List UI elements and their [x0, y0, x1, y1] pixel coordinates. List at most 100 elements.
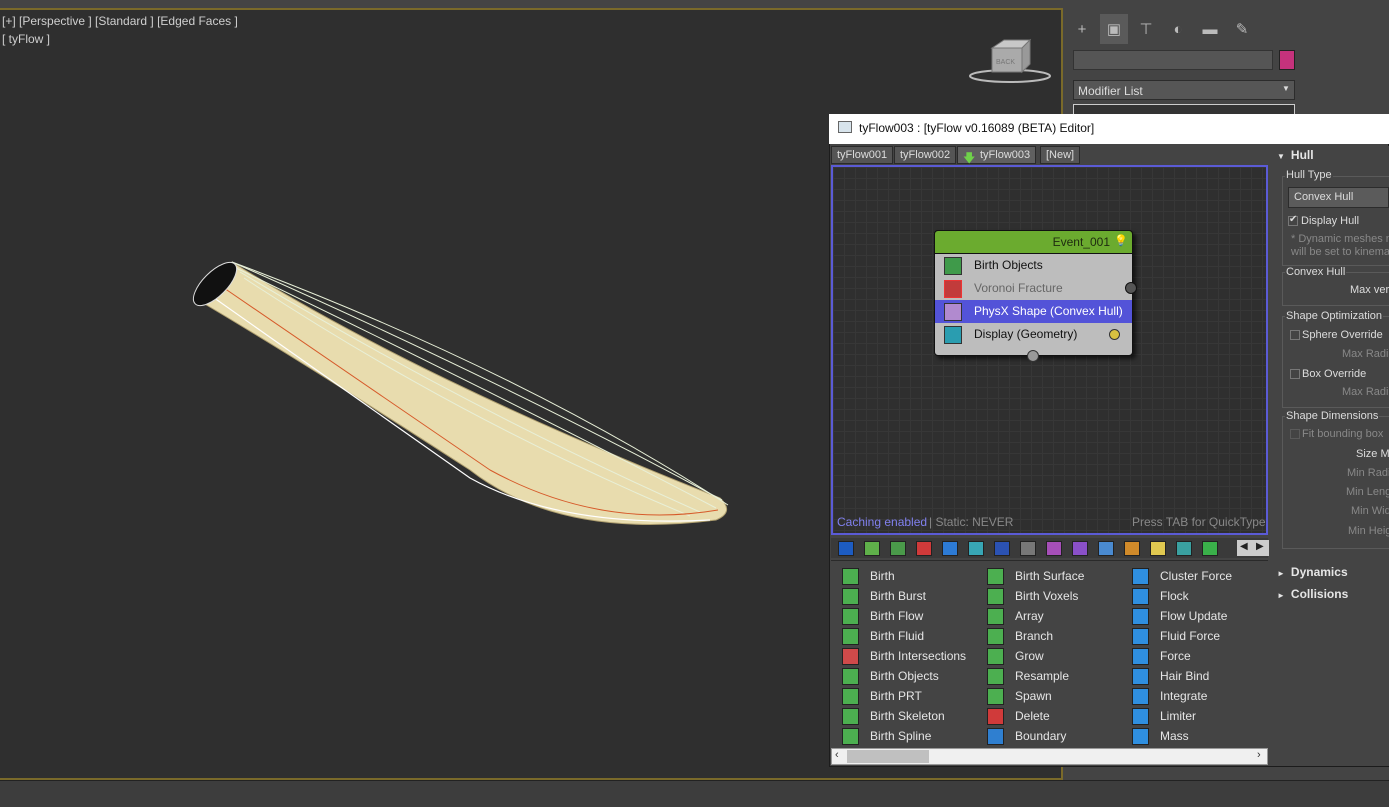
category-tab-icon[interactable]: [864, 541, 880, 556]
palette-operator[interactable]: Birth Fluid: [831, 628, 924, 649]
category-tab-icon[interactable]: [1098, 541, 1114, 556]
category-tab-icon[interactable]: [1202, 541, 1218, 556]
operator-icon: [842, 708, 859, 725]
palette-operator[interactable]: Boundary: [976, 728, 1067, 749]
hull-rollout-header[interactable]: ▼ Hull: [1277, 148, 1314, 162]
operator-physx-shape[interactable]: PhysX Shape (Convex Hull): [935, 300, 1132, 323]
scrollbar-thumb[interactable]: [847, 750, 929, 763]
category-tab-icon[interactable]: [1124, 541, 1140, 556]
palette-operator[interactable]: Birth Spline: [831, 728, 932, 749]
chevron-right-icon[interactable]: ›: [1257, 749, 1261, 761]
category-tab-icon[interactable]: [1150, 541, 1166, 556]
chevron-left-icon[interactable]: ‹: [835, 749, 839, 761]
shape-dimensions-label: Shape Dimensions: [1285, 410, 1380, 422]
static-status: | Static: NEVER: [929, 515, 1014, 529]
palette-operator[interactable]: Delete: [976, 708, 1050, 729]
palette-operator[interactable]: Birth Surface: [976, 568, 1084, 589]
palette-operator[interactable]: Fluid Force: [1121, 628, 1220, 649]
display-icon[interactable]: ▬: [1196, 14, 1224, 44]
operator-icon: [1132, 568, 1149, 585]
dynamics-rollout-header[interactable]: ► Dynamics: [1277, 565, 1348, 579]
collisions-rollout-header[interactable]: ► Collisions: [1277, 587, 1348, 601]
utilities-icon[interactable]: ✎: [1228, 14, 1256, 44]
operator-display[interactable]: Display (Geometry): [935, 323, 1132, 346]
category-tab-icon[interactable]: [1176, 541, 1192, 556]
palette-operator[interactable]: Flow Update: [1121, 608, 1228, 629]
palette-operator-label: Hair Bind: [1160, 669, 1210, 683]
sphere-override-label: Sphere Override: [1302, 329, 1383, 341]
palette-operator[interactable]: Resample: [976, 668, 1069, 689]
palette-operator[interactable]: Limiter: [1121, 708, 1196, 729]
lightbulb-icon[interactable]: 💡: [1114, 234, 1128, 248]
category-tab-icon[interactable]: [1072, 541, 1088, 556]
palette-operator[interactable]: Cluster Force: [1121, 568, 1232, 589]
min-length-label: Min Leng: [1346, 486, 1389, 498]
palette-operator[interactable]: Birth PRT: [831, 688, 922, 709]
tab-tyflow001[interactable]: tyFlow001: [831, 146, 894, 164]
object-color-swatch[interactable]: [1279, 50, 1295, 70]
category-tab-icon[interactable]: [838, 541, 854, 556]
chevron-right-icon[interactable]: ▶: [1256, 541, 1264, 552]
modifier-list-dropdown[interactable]: Modifier List: [1073, 80, 1295, 100]
tab-tyflow002[interactable]: tyFlow002: [894, 146, 957, 164]
motion-icon[interactable]: ◐: [1164, 14, 1192, 44]
palette-operator[interactable]: Force: [1121, 648, 1191, 669]
size-mult-label: Size Mu: [1356, 448, 1389, 460]
category-tab-icon[interactable]: [1046, 541, 1062, 556]
viewcube[interactable]: BACK: [968, 36, 1052, 89]
palette-operator-label: Birth Burst: [870, 589, 927, 603]
palette-operator[interactable]: Mass: [1121, 728, 1189, 749]
display-color-dot[interactable]: [1109, 329, 1120, 340]
box-override-checkbox[interactable]: [1290, 369, 1300, 379]
category-tab-icon[interactable]: [1020, 541, 1036, 556]
event-output-port[interactable]: [1125, 282, 1137, 294]
fit-bounding-box-checkbox[interactable]: [1290, 429, 1300, 439]
operator-icon: [1132, 588, 1149, 605]
palette-operator[interactable]: Birth Intersections: [831, 648, 966, 669]
event-input-port[interactable]: [1027, 350, 1039, 362]
palette-operator[interactable]: Array: [976, 608, 1044, 629]
palette-operator[interactable]: Hair Bind: [1121, 668, 1210, 689]
create-icon[interactable]: +: [1068, 14, 1096, 44]
category-tab-icon[interactable]: [994, 541, 1010, 556]
palette-operator[interactable]: Birth Burst: [831, 588, 927, 609]
sphere-override-checkbox[interactable]: [1290, 330, 1300, 340]
palette-operator[interactable]: Birth Objects: [831, 668, 939, 689]
palette-operator[interactable]: Flock: [1121, 588, 1189, 609]
category-scroll-arrows[interactable]: ◀ ▶: [1237, 540, 1269, 556]
palette-operator[interactable]: Birth Flow: [831, 608, 923, 629]
hull-type-dropdown[interactable]: Convex Hull: [1288, 187, 1389, 208]
palette-operator[interactable]: Birth: [831, 568, 895, 589]
display-hull-checkbox[interactable]: ✔: [1288, 214, 1298, 226]
category-tab-icon[interactable]: [890, 541, 906, 556]
palette-operator-label: Force: [1160, 649, 1191, 663]
category-tab-icon[interactable]: [942, 541, 958, 556]
palette-operator[interactable]: Birth Voxels: [976, 588, 1078, 609]
palette-operator[interactable]: Birth Skeleton: [831, 708, 945, 729]
shape-optimization-label: Shape Optimization: [1285, 310, 1383, 322]
operator-icon: [987, 728, 1004, 745]
hierarchy-icon[interactable]: ⊤: [1132, 14, 1160, 44]
category-tab-icon[interactable]: [968, 541, 984, 556]
palette-operator[interactable]: Spawn: [976, 688, 1052, 709]
palette-operator[interactable]: Grow: [976, 648, 1044, 669]
editor-title[interactable]: tyFlow003 : [tyFlow v0.16089 (BETA) Edit…: [829, 114, 1389, 144]
event-node-header[interactable]: Event_001: [934, 230, 1133, 254]
palette-operator-label: Birth Spline: [870, 729, 932, 743]
chevron-left-icon[interactable]: ◀: [1240, 541, 1248, 552]
caching-status[interactable]: Caching enabled: [837, 515, 927, 529]
palette-operator[interactable]: Integrate: [1121, 688, 1207, 709]
operator-voronoi-fracture[interactable]: Voronoi Fracture: [935, 277, 1132, 300]
palette-operator-label: Flow Update: [1160, 609, 1228, 623]
operator-icon: [842, 688, 859, 705]
fit-bounding-box-label: Fit bounding box: [1302, 428, 1384, 440]
operator-birth-objects[interactable]: Birth Objects: [935, 254, 1132, 277]
object-name-field[interactable]: [1073, 50, 1273, 70]
palette-operator[interactable]: Branch: [976, 628, 1053, 649]
palette-operator-label: Boundary: [1015, 729, 1067, 743]
category-tab-icon[interactable]: [916, 541, 932, 556]
tab-new[interactable]: [New]: [1040, 146, 1081, 164]
modify-icon[interactable]: ▣: [1100, 14, 1128, 44]
palette-operator-label: Array: [1015, 609, 1044, 623]
operator-icon: [1132, 708, 1149, 725]
